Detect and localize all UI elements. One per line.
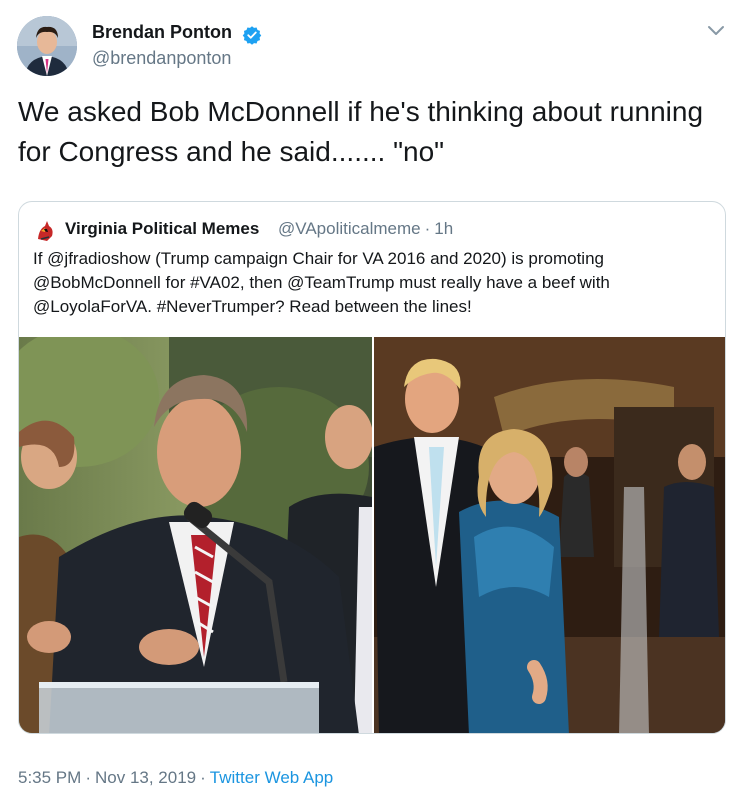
author-handle[interactable]: @brendanponton <box>92 48 231 69</box>
chevron-down-icon[interactable] <box>706 24 726 38</box>
quoted-separator: · <box>424 219 431 238</box>
tweet-source-link[interactable]: Twitter Web App <box>210 768 333 787</box>
meta-separator-1: · <box>85 768 91 787</box>
tweet-text: We asked Bob McDonnell if he's thinking … <box>18 96 711 167</box>
quoted-photo-right[interactable] <box>374 337 725 733</box>
author-avatar[interactable] <box>17 16 77 76</box>
meta-separator-2: · <box>200 768 206 787</box>
tweet-meta: 5:35 PM · Nov 13, 2019 · Twitter Web App <box>18 768 333 788</box>
photo-two-people-posing <box>374 337 725 733</box>
quoted-display-name[interactable]: Virginia Political Memes <box>65 219 259 239</box>
quoted-handle-row: @VApoliticalmeme · 1h <box>278 219 457 239</box>
quoted-time[interactable]: 1h <box>434 219 453 238</box>
quoted-tweet-text: If @jfradioshow (Trump campaign Chair fo… <box>33 249 610 316</box>
quoted-photo-left[interactable] <box>19 337 372 733</box>
quoted-tweet-card[interactable]: Virginia Political Memes @VApoliticalmem… <box>18 201 726 734</box>
cardinal-avatar-icon <box>33 219 57 243</box>
author-display-name[interactable]: Brendan Ponton <box>92 22 232 43</box>
quoted-handle[interactable]: @VApoliticalmeme <box>278 219 421 238</box>
tweet-date[interactable]: Nov 13, 2019 <box>95 768 196 787</box>
verified-badge-icon <box>242 26 262 45</box>
avatar-image <box>17 16 77 76</box>
photo-speaker-at-podium <box>19 337 372 733</box>
tweet-time[interactable]: 5:35 PM <box>18 768 81 787</box>
